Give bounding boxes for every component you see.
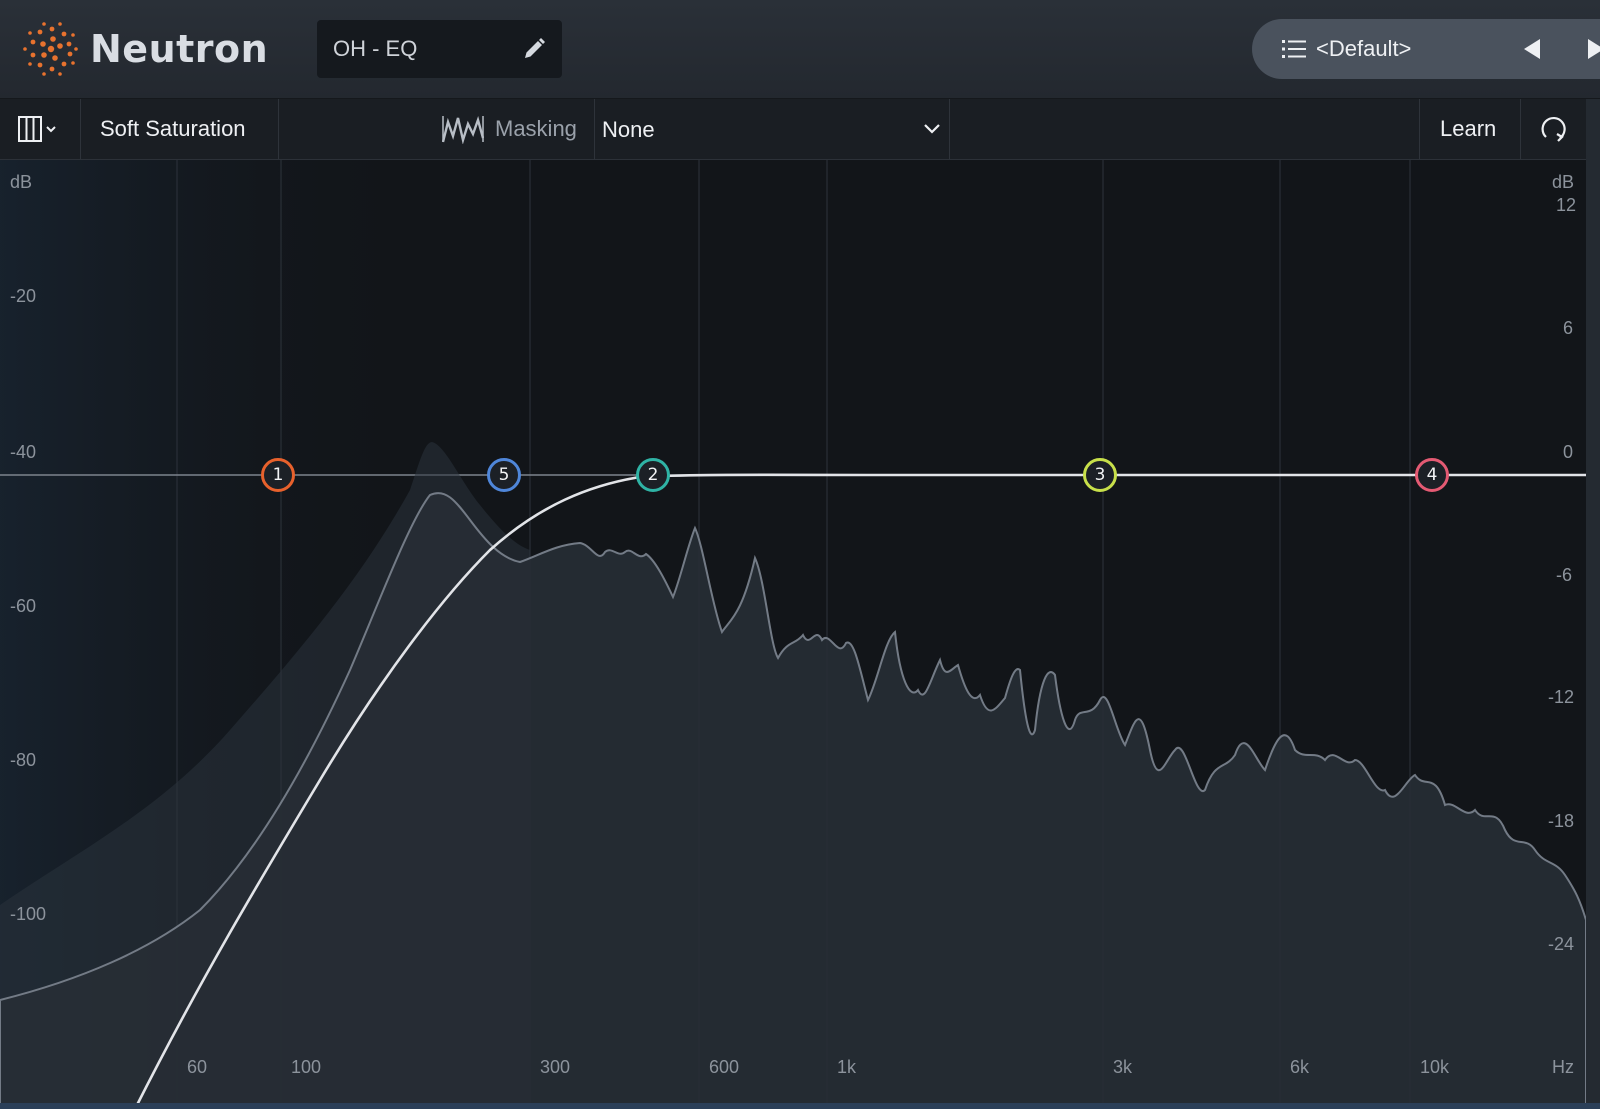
right-db-tick: -12 — [1548, 687, 1575, 707]
preset-browser[interactable]: <Default> — [1252, 19, 1600, 79]
history-icon[interactable] — [1538, 113, 1568, 145]
left-db-tick: -100 — [10, 904, 47, 924]
freq-tick: 300 — [540, 1057, 571, 1077]
eq-toolbar: Soft Saturation Masking None Learn — [0, 99, 1586, 160]
right-db-tick: 0 — [1563, 442, 1574, 462]
host-taskbar-strip — [0, 1103, 1600, 1109]
header-bar: Neutron OH - EQ <Default> — [0, 0, 1600, 99]
neutron-logo[interactable]: Neutron — [22, 18, 268, 80]
toolbar-divider — [1419, 99, 1420, 159]
freq-tick: 3k — [1113, 1057, 1133, 1077]
freq-tick: 60 — [187, 1057, 208, 1077]
soft-saturation-button[interactable]: Soft Saturation — [100, 116, 246, 142]
freq-tick: 600 — [709, 1057, 740, 1077]
masking-label: Masking — [495, 116, 577, 141]
right-db-tick: 12 — [1556, 195, 1577, 215]
left-db-tick: -20 — [10, 286, 37, 306]
freq-tick: 1k — [837, 1057, 857, 1077]
eq-band-node-2[interactable]: 2 — [636, 458, 670, 492]
freq-tick: 100 — [291, 1057, 322, 1077]
preset-name-text: OH - EQ — [333, 36, 418, 61]
right-db-tick: -24 — [1548, 934, 1575, 954]
learn-button[interactable]: Learn — [1440, 116, 1496, 142]
view-layout-icon[interactable] — [18, 116, 62, 142]
pencil-icon[interactable] — [522, 37, 546, 61]
eq-band-node-1[interactable]: 1 — [261, 458, 295, 492]
right-edge-panel — [1586, 99, 1600, 1109]
toolbar-divider — [278, 99, 279, 159]
left-db-tick: -60 — [10, 596, 37, 616]
left-db-tick: -40 — [10, 442, 37, 462]
masking-icon[interactable] — [442, 114, 484, 144]
right-db-tick: -18 — [1548, 811, 1575, 831]
preset-name-field[interactable]: OH - EQ — [317, 20, 562, 78]
eq-graph[interactable] — [0, 160, 1586, 1109]
left-db-tick: -80 — [10, 750, 37, 770]
right-db-unit: dB — [1552, 172, 1575, 192]
previous-preset-icon[interactable] — [1522, 38, 1542, 60]
right-db-tick: 6 — [1563, 318, 1574, 338]
toolbar-divider — [949, 99, 950, 159]
next-preset-icon[interactable] — [1586, 38, 1600, 60]
freq-unit: Hz — [1552, 1057, 1574, 1077]
masking-select-value: None — [602, 117, 655, 142]
app-name: Neutron — [90, 27, 269, 71]
eq-band-node-3[interactable]: 3 — [1083, 458, 1117, 492]
eq-band-node-4[interactable]: 4 — [1415, 458, 1449, 492]
chevron-down-icon — [924, 124, 940, 134]
freq-tick: 10k — [1420, 1057, 1450, 1077]
toolbar-divider — [1520, 99, 1521, 159]
logo-dots-icon — [23, 22, 78, 76]
freq-tick: 6k — [1290, 1057, 1310, 1077]
toolbar-divider — [80, 99, 81, 159]
eq-band-node-5[interactable]: 5 — [487, 458, 521, 492]
eq-display[interactable]: dB -20 -40 -60 -80 -100 dB 12 6 0 -6 -12… — [0, 160, 1586, 1109]
preset-browser-label: <Default> — [1316, 36, 1412, 61]
right-db-tick: -6 — [1556, 565, 1573, 585]
list-icon — [1282, 40, 1306, 58]
masking-select[interactable]: None — [595, 99, 950, 159]
left-db-unit: dB — [10, 172, 33, 192]
